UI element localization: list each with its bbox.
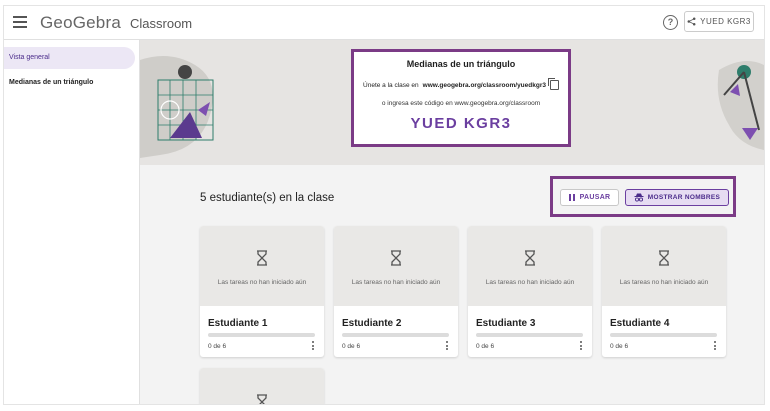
pause-button[interactable]: PAUSAR — [560, 189, 619, 206]
card-status-text: Las tareas no han iniciado aún — [217, 279, 307, 286]
class-code: YUED KGR3 — [410, 115, 512, 132]
progress-bar — [342, 333, 449, 337]
more-options-icon[interactable] — [312, 341, 315, 352]
student-name: Estudiante 2 — [342, 318, 402, 329]
join-prefix: Únete a la clase en — [363, 81, 419, 89]
more-options-icon[interactable] — [580, 341, 583, 352]
student-card[interactable]: Las tareas no han iniciado aún Estudiant… — [602, 226, 726, 357]
card-preview: Las tareas no han iniciado aún — [334, 226, 458, 306]
card-preview: Las tareas no han iniciado aún — [200, 226, 324, 306]
progress-bar — [208, 333, 315, 337]
sidebar: Vista general Medianas de un triángulo — [4, 40, 140, 404]
class-join-info-box: Medianas de un triángulo Únete a la clas… — [351, 49, 571, 147]
student-name: Estudiante 1 — [208, 318, 268, 329]
card-status-text: Las tareas no han iniciado aún — [351, 279, 441, 286]
hourglass-icon — [525, 250, 535, 266]
product-name: Classroom — [130, 16, 193, 31]
student-card[interactable]: Las tareas no han iniciado aún Estudiant… — [334, 226, 458, 357]
activity-title: Medianas de un triángulo — [406, 59, 516, 69]
show-names-label: MOSTRAR NOMBRES — [647, 194, 721, 201]
card-status-text: Las tareas no han iniciado aún — [485, 279, 575, 286]
progress-text: 0 de 6 — [476, 343, 495, 350]
class-controls: PAUSAR MOSTRAR NOMBRES — [550, 176, 736, 217]
share-icon — [687, 17, 696, 26]
hourglass-icon — [659, 250, 669, 266]
card-preview: Las tareas no han iniciado aún — [468, 226, 592, 306]
progress-bar — [610, 333, 717, 337]
hourglass-icon — [391, 250, 401, 266]
sidebar-item-medianas[interactable]: Medianas de un triángulo — [4, 72, 135, 94]
join-instructions: Únete a la clase en www.geogebra.org/cla… — [354, 78, 568, 90]
hourglass-icon — [257, 394, 267, 404]
progress-bar — [476, 333, 583, 337]
card-preview — [200, 368, 324, 404]
class-code-label: YUED KGR3 — [700, 17, 751, 26]
progress-text: 0 de 6 — [610, 343, 629, 350]
help-icon[interactable]: ? — [663, 15, 678, 30]
student-name: Estudiante 3 — [476, 318, 536, 329]
student-card[interactable]: Las tareas no han iniciado aún Estudiant… — [200, 226, 324, 357]
share-class-code-button[interactable]: YUED KGR3 — [684, 11, 754, 32]
join-url[interactable]: www.geogebra.org/classroom/yuedkgr3 — [423, 82, 546, 89]
banner-illustration-left — [140, 56, 214, 158]
top-bar: GeoGebra Classroom ? YUED KGR3 — [4, 6, 764, 40]
pause-label: PAUSAR — [579, 194, 611, 201]
sidebar-item-vista-general[interactable]: Vista general — [4, 47, 135, 69]
more-options-icon[interactable] — [446, 341, 449, 352]
banner-illustration-right — [717, 61, 764, 150]
hourglass-icon — [257, 250, 267, 266]
card-status-text: Las tareas no han iniciado aún — [619, 279, 709, 286]
app-window: GeoGebra Classroom ? YUED KGR3 Vista gen… — [4, 6, 764, 404]
student-card-partial[interactable] — [200, 368, 324, 404]
student-name: Estudiante 4 — [610, 318, 670, 329]
progress-text: 0 de 6 — [342, 343, 361, 350]
card-preview: Las tareas no han iniciado aún — [602, 226, 726, 306]
student-card[interactable]: Las tareas no han iniciado aún Estudiant… — [468, 226, 592, 357]
pause-icon — [568, 194, 575, 201]
main-content: Medianas de un triángulo Únete a la clas… — [140, 40, 764, 404]
geogebra-logo: GeoGebra — [40, 13, 121, 32]
alternate-join-text: o ingresa este código en www.geogebra.or… — [381, 100, 541, 107]
incognito-icon — [634, 193, 644, 202]
student-count-heading: 5 estudiante(s) en la clase — [200, 192, 335, 204]
class-banner: Medianas de un triángulo Únete a la clas… — [140, 40, 764, 165]
copy-icon[interactable] — [547, 78, 559, 90]
more-options-icon[interactable] — [714, 341, 717, 352]
show-names-button[interactable]: MOSTRAR NOMBRES — [625, 189, 729, 206]
progress-text: 0 de 6 — [208, 343, 227, 350]
hamburger-menu-icon[interactable] — [13, 16, 27, 28]
